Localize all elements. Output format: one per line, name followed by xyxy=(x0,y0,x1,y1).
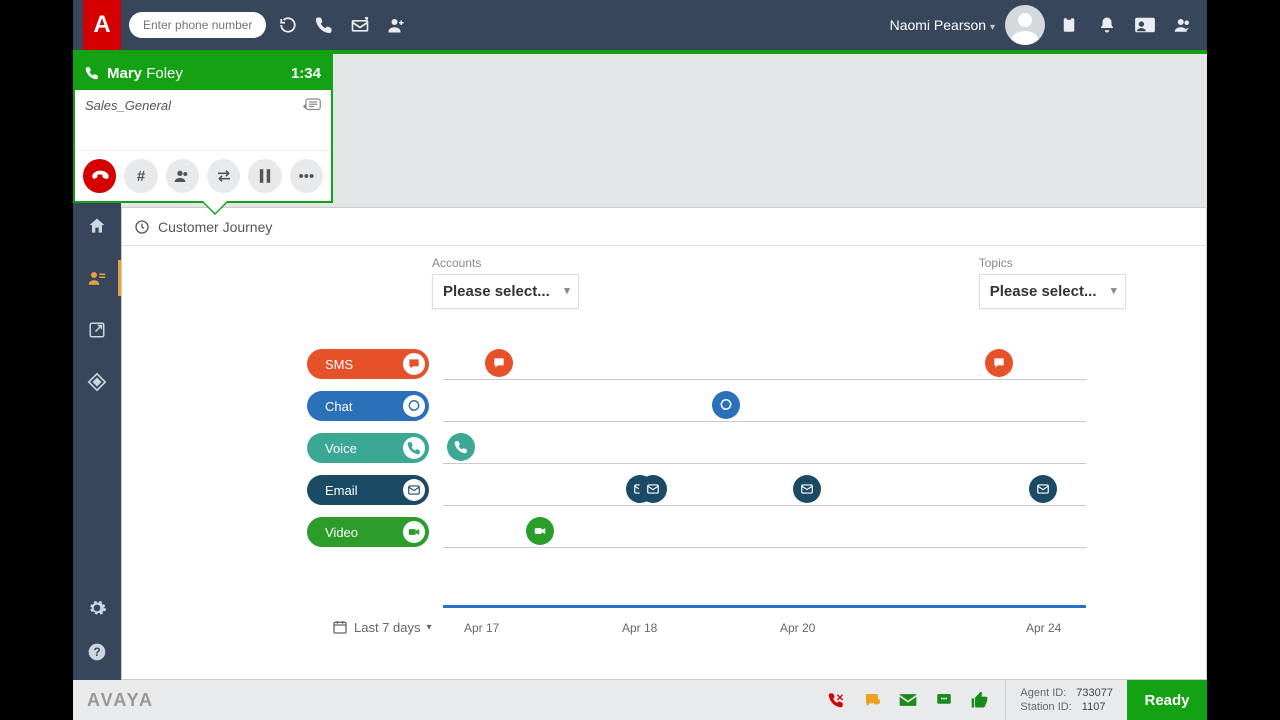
channel-row-chat: Chat xyxy=(142,385,1186,427)
details-icon[interactable] xyxy=(303,98,321,112)
left-nav: ? xyxy=(73,198,121,680)
caller-name: Mary Foley xyxy=(107,65,183,82)
event-email[interactable] xyxy=(1029,475,1057,503)
redial-icon[interactable] xyxy=(274,11,302,39)
agent-id-value: 733077 xyxy=(1076,687,1113,699)
accounts-select[interactable]: Please select... xyxy=(432,274,579,309)
customer-icon[interactable] xyxy=(85,266,109,290)
chat-status-icon[interactable] xyxy=(861,689,883,711)
outbound-mail-icon[interactable] xyxy=(346,11,374,39)
customer-journey-panel: Customer Journey Accounts Please select.… xyxy=(121,207,1207,680)
channel-pill-voice[interactable]: Voice xyxy=(307,433,429,463)
svg-text:?: ? xyxy=(93,646,100,659)
x-tick: Apr 20 xyxy=(780,621,815,635)
channel-pill-video[interactable]: Video xyxy=(307,517,429,547)
more-button[interactable]: ••• xyxy=(290,159,323,193)
chat-icon xyxy=(403,395,425,417)
phone-icon xyxy=(85,66,99,80)
panel-header: Customer Journey xyxy=(122,208,1206,246)
sms-status-icon[interactable] xyxy=(933,689,955,711)
video-icon xyxy=(403,521,425,543)
call-duration: 1:34 xyxy=(291,65,321,82)
journey-timeline: SMS Chat Voice Email xyxy=(142,343,1186,553)
event-email[interactable] xyxy=(639,475,667,503)
popout-icon[interactable] xyxy=(85,318,109,342)
queue-name: Sales_General xyxy=(85,98,171,113)
clipboard-icon[interactable] xyxy=(1055,11,1083,39)
station-id-label: Station ID: xyxy=(1020,701,1071,713)
agent-info: Agent ID: 733077 Station ID: 1107 xyxy=(1005,680,1127,720)
transfer-button[interactable] xyxy=(207,159,240,193)
event-video[interactable] xyxy=(526,517,554,545)
home-icon[interactable] xyxy=(85,214,109,238)
brand-text: AVAYA xyxy=(87,690,154,711)
call-icon[interactable] xyxy=(310,11,338,39)
call-controls: # ••• xyxy=(75,150,331,201)
channel-pill-sms[interactable]: SMS xyxy=(307,349,429,379)
user-menu[interactable]: Naomi Pearson ▾ xyxy=(890,17,995,33)
x-tick: Apr 24 xyxy=(1026,621,1061,635)
event-sms[interactable] xyxy=(985,349,1013,377)
clock-icon xyxy=(134,219,150,235)
email-status-icon[interactable] xyxy=(897,689,919,711)
chevron-down-icon: ▾ xyxy=(990,22,995,33)
voice-icon xyxy=(403,437,425,459)
channel-row-sms: SMS xyxy=(142,343,1186,385)
event-chat[interactable] xyxy=(712,391,740,419)
calendar-icon xyxy=(332,619,348,635)
help-icon[interactable]: ? xyxy=(85,640,109,664)
event-voice[interactable] xyxy=(447,433,475,461)
channel-pill-chat[interactable]: Chat xyxy=(307,391,429,421)
event-sms[interactable] xyxy=(485,349,513,377)
contacts-icon[interactable] xyxy=(1131,11,1159,39)
bell-icon[interactable] xyxy=(1093,11,1121,39)
channel-row-voice: Voice xyxy=(142,427,1186,469)
keypad-button[interactable]: # xyxy=(124,159,157,193)
thumbs-up-icon[interactable] xyxy=(969,689,991,711)
channel-row-video: Video xyxy=(142,511,1186,553)
agent-id-label: Agent ID: xyxy=(1020,687,1066,699)
sms-icon xyxy=(403,353,425,375)
x-tick: Apr 18 xyxy=(622,621,657,635)
brand-logo: A xyxy=(83,0,121,50)
event-email[interactable] xyxy=(793,475,821,503)
x-tick: Apr 17 xyxy=(464,621,499,635)
add-user-icon[interactable] xyxy=(382,11,410,39)
accounts-label: Accounts xyxy=(432,256,579,270)
topics-select[interactable]: Please select... xyxy=(979,274,1126,309)
hangup-button[interactable] xyxy=(83,159,116,193)
card-pointer xyxy=(203,201,227,213)
panel-title: Customer Journey xyxy=(158,219,272,235)
phone-input[interactable] xyxy=(129,12,266,38)
channel-pill-email[interactable]: Email xyxy=(307,475,429,505)
station-id-value: 1107 xyxy=(1082,701,1106,713)
gear-icon[interactable] xyxy=(85,596,109,620)
channel-row-email: Email xyxy=(142,469,1186,511)
hold-button[interactable] xyxy=(248,159,281,193)
email-icon xyxy=(403,479,425,501)
status-icons xyxy=(811,680,1005,720)
missed-call-icon[interactable] xyxy=(825,689,847,711)
conference-button[interactable] xyxy=(166,159,199,193)
widget-icon[interactable] xyxy=(85,370,109,394)
footer: AVAYA Agent ID: 733077 Station ID: 1107 Re… xyxy=(73,680,1207,720)
date-range-picker[interactable]: Last 7 days ▾ xyxy=(332,619,432,635)
topics-label: Topics xyxy=(979,256,1126,270)
chevron-down-icon: ▾ xyxy=(427,622,432,633)
ready-button[interactable]: Ready xyxy=(1127,680,1207,720)
call-header: Mary Foley 1:34 xyxy=(75,56,331,90)
range-slider[interactable] xyxy=(443,605,1086,608)
team-icon[interactable] xyxy=(1169,11,1197,39)
avatar[interactable] xyxy=(1005,5,1045,45)
active-call-card: Mary Foley 1:34 Sales_General # ••• xyxy=(73,54,333,203)
topbar: A Naomi Pearson ▾ xyxy=(73,0,1207,50)
